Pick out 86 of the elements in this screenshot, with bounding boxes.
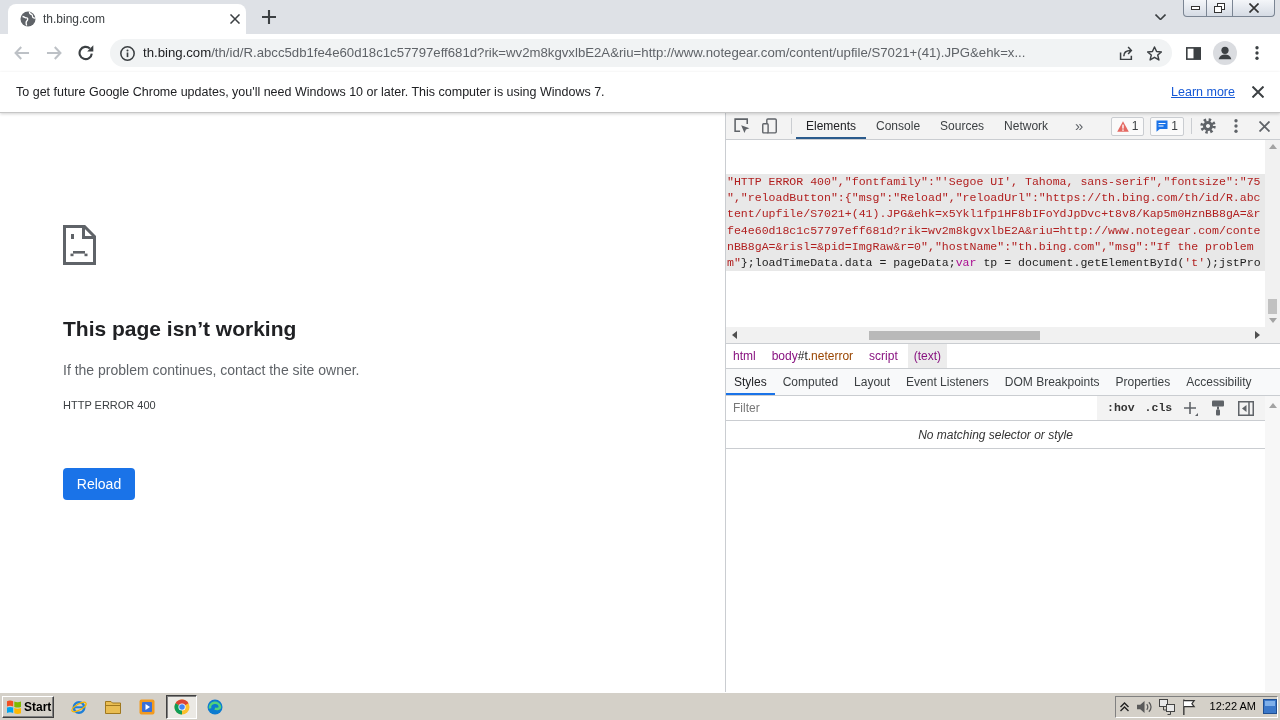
close-button[interactable] bbox=[1233, 0, 1275, 17]
close-icon[interactable] bbox=[1252, 86, 1264, 98]
avatar-icon[interactable] bbox=[1213, 41, 1237, 65]
pane-tab[interactable]: Computed bbox=[774, 369, 847, 395]
warning-icon bbox=[1116, 120, 1129, 132]
message-icon bbox=[1156, 120, 1169, 132]
address-bar[interactable]: th.bing.com/th/id/R.abcc5db1fe4e60d18c1c57797eff681d?rik=wv2m8kgvxlbE2A&riu=http://www.notegear.com/content/upfile/S7021+(41).JPG&ehk=x... bbox=[110, 39, 1172, 67]
flag-icon[interactable] bbox=[1181, 698, 1196, 715]
code-line: m"};loadTimeData.data = pageData;var tp = document.getElementById('t');jstPro bbox=[727, 255, 1262, 271]
more-tabs-button[interactable]: » bbox=[1066, 114, 1093, 138]
error-heading: This page isn’t working bbox=[63, 316, 297, 342]
code-line: nBB8gA=&risl=&pid=ImgRaw&r=0","hostName":"th.bing.com","msg":"If the problem bbox=[727, 238, 1255, 255]
star-icon[interactable] bbox=[1146, 45, 1162, 61]
update-notice: To get future Google Chrome updates, you'll need Windows 10 or later. This computer is using Windows 7. bbox=[16, 83, 606, 101]
error-code: HTTP ERROR 400 bbox=[63, 398, 156, 413]
devtools-tab[interactable]: Sources bbox=[930, 113, 995, 139]
swirl-browser-icon[interactable] bbox=[207, 698, 223, 715]
pane-tab[interactable]: Event Listeners bbox=[898, 369, 997, 395]
brush-icon[interactable] bbox=[1212, 400, 1225, 416]
menu-icon[interactable] bbox=[1255, 46, 1259, 60]
pane-tab[interactable]: Layout bbox=[846, 369, 899, 395]
show-desktop-icon[interactable] bbox=[1263, 699, 1277, 714]
devtools-tab[interactable]: Elements bbox=[796, 113, 867, 139]
scrollbar-thumb[interactable] bbox=[869, 330, 1040, 340]
taskbar-button[interactable] bbox=[166, 694, 197, 719]
class-toggle-button[interactable]: .cls bbox=[1139, 397, 1178, 419]
chevron-down-icon[interactable] bbox=[1154, 14, 1166, 20]
browser-tab[interactable]: th.bing.com bbox=[8, 4, 246, 34]
right-arrow-icon[interactable] bbox=[1254, 331, 1260, 339]
breadcrumb[interactable]: body#t.neterror bbox=[765, 344, 860, 368]
globe-icon bbox=[20, 11, 36, 27]
left-arrow-icon[interactable] bbox=[731, 331, 737, 339]
scrollbar-thumb[interactable] bbox=[1268, 299, 1277, 314]
vertical-scrollbar[interactable] bbox=[1265, 140, 1280, 327]
e-browser-icon[interactable] bbox=[71, 698, 87, 715]
folder-icon[interactable] bbox=[105, 699, 121, 714]
empty-styles-message: No matching selector or style bbox=[726, 421, 1265, 449]
minimize-icon bbox=[1190, 6, 1200, 10]
code-line: tent/upfile/S7021+(41).JPG&ehk=x5Ykl1fp1HF8bIFoYdJpDvc+t8v8/Kap5m0HznBB8gA=&r bbox=[727, 206, 1262, 223]
pane-tab[interactable]: Properties bbox=[1107, 369, 1179, 395]
play-icon[interactable] bbox=[139, 698, 155, 715]
devtools-tab[interactable]: Console bbox=[866, 113, 931, 139]
close-icon[interactable] bbox=[230, 14, 240, 24]
start-button[interactable]: Start bbox=[2, 695, 54, 718]
plus-icon[interactable] bbox=[1183, 400, 1199, 416]
share-icon[interactable] bbox=[1118, 46, 1134, 60]
speaker-icon[interactable] bbox=[1135, 699, 1152, 714]
breadcrumb[interactable]: html bbox=[727, 344, 762, 368]
clock[interactable]: 12:22 AM bbox=[1209, 698, 1256, 715]
sad-page-icon bbox=[63, 225, 96, 265]
breadcrumb[interactable]: script bbox=[863, 344, 904, 368]
learn-more-link[interactable]: Learn more bbox=[1171, 82, 1235, 102]
pane-tab[interactable]: Styles bbox=[726, 369, 775, 395]
close-icon[interactable] bbox=[1258, 120, 1270, 132]
error-message: If the problem continues, contact the site owner. bbox=[63, 361, 360, 380]
code-line: fe4e60d18c1c57797eff681d?rik=wv2m8kgvxlbE2A&riu=http://www.notegear.com/conte bbox=[727, 222, 1262, 239]
messages-button[interactable]: 1 bbox=[1150, 116, 1184, 136]
info-icon[interactable] bbox=[120, 45, 135, 61]
settings-icon[interactable] bbox=[1200, 118, 1216, 134]
close-icon bbox=[1248, 3, 1259, 13]
browser-icon[interactable] bbox=[173, 698, 190, 715]
reload-icon[interactable] bbox=[78, 45, 94, 61]
devtools-tab[interactable]: Network bbox=[994, 113, 1059, 139]
hover-state-button[interactable]: :hov bbox=[1102, 397, 1140, 419]
network-icon[interactable] bbox=[1158, 698, 1175, 715]
windows-flag-icon bbox=[6, 699, 22, 714]
plus-icon[interactable] bbox=[262, 10, 276, 24]
sidebar-toggle-icon[interactable] bbox=[1238, 400, 1255, 416]
pane-tab[interactable]: Accessibility bbox=[1178, 369, 1260, 395]
code-line: ","reloadButton":{"msg":"Reload","reloadUrl":"https://th.bing.com/th/id/R.abc bbox=[727, 190, 1262, 207]
side-panel-icon[interactable] bbox=[1185, 46, 1201, 60]
inspect-icon[interactable] bbox=[734, 118, 750, 134]
restore-button[interactable] bbox=[1207, 0, 1233, 17]
filter-field[interactable]: Filter bbox=[726, 396, 1097, 420]
chevron-up-icon[interactable] bbox=[1119, 701, 1129, 712]
horizontal-scrollbar[interactable] bbox=[726, 327, 1280, 343]
menu-icon[interactable] bbox=[1234, 119, 1238, 133]
restore-icon bbox=[1214, 3, 1225, 13]
minimize-button[interactable] bbox=[1183, 0, 1207, 17]
pane-tab[interactable]: DOM Breakpoints bbox=[996, 369, 1108, 395]
reload-button[interactable]: Reload bbox=[63, 468, 135, 500]
code-line: "HTTP ERROR 400","fontfamily":"'Segoe UI', Tahoma, sans-serif","fontsize":"75 bbox=[727, 174, 1262, 190]
device-icon[interactable] bbox=[761, 118, 777, 134]
warnings-button[interactable]: 1 bbox=[1110, 116, 1145, 136]
vertical-scrollbar[interactable] bbox=[1265, 396, 1280, 692]
breadcrumb[interactable]: (text) bbox=[907, 344, 948, 368]
